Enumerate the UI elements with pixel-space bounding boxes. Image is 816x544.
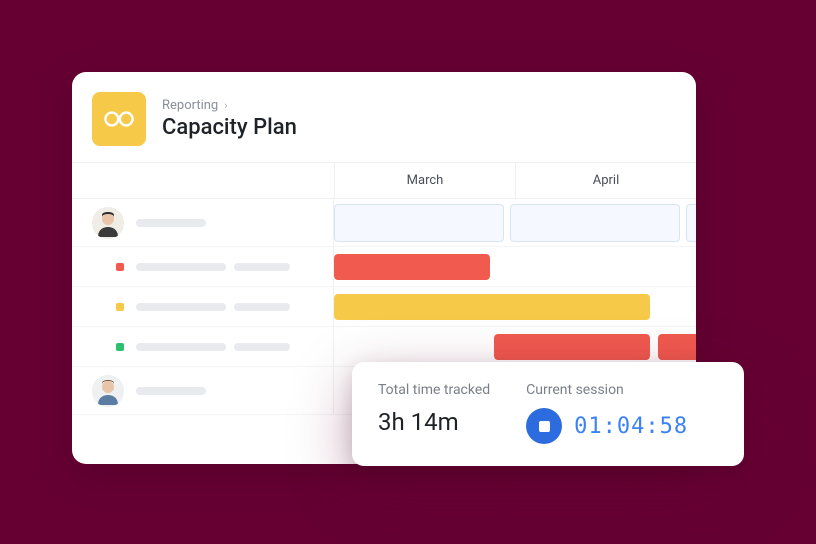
task-bar-red-2[interactable] xyxy=(494,334,650,360)
row-timeline xyxy=(334,327,696,366)
avatar-person-icon xyxy=(92,207,124,239)
avatar-person-icon xyxy=(92,375,124,407)
page-title: Capacity Plan xyxy=(162,115,297,140)
stop-icon xyxy=(539,421,550,432)
avatar[interactable] xyxy=(92,375,124,407)
breadcrumb-label: Reporting xyxy=(162,98,218,113)
row-timeline xyxy=(334,247,696,286)
name-placeholder xyxy=(136,387,206,395)
timeline-header: March April xyxy=(72,163,696,199)
capacity-block[interactable] xyxy=(510,204,680,242)
header-titles: Reporting › Capacity Plan xyxy=(162,98,297,140)
glasses-icon xyxy=(103,109,135,129)
capacity-block[interactable] xyxy=(334,204,504,242)
row-left xyxy=(72,367,334,414)
total-time-col: Total time tracked 3h 14m xyxy=(378,382,490,446)
breadcrumb[interactable]: Reporting › xyxy=(162,98,297,113)
task-placeholder xyxy=(136,343,290,351)
task-placeholder xyxy=(136,263,290,271)
month-march: March xyxy=(334,163,515,198)
chevron-right-icon: › xyxy=(224,99,227,112)
avatar[interactable] xyxy=(92,207,124,239)
task-dot-red xyxy=(116,263,124,271)
row-left xyxy=(72,287,334,326)
timer-card: Total time tracked 3h 14m Current sessio… xyxy=(352,362,744,466)
task-bar-red[interactable] xyxy=(334,254,490,280)
session-label: Current session xyxy=(526,382,688,398)
task-dot-yellow xyxy=(116,303,124,311)
row-left xyxy=(72,247,334,286)
session-row: 01:04:58 xyxy=(526,408,688,444)
month-april: April xyxy=(515,163,696,198)
timeline-left-spacer xyxy=(72,163,334,198)
task-row xyxy=(72,287,696,327)
row-timeline xyxy=(334,199,696,246)
task-bar-yellow[interactable] xyxy=(334,294,650,320)
task-row xyxy=(72,247,696,287)
row-left xyxy=(72,327,334,366)
total-time-label: Total time tracked xyxy=(378,382,490,398)
task-row xyxy=(72,327,696,367)
session-col: Current session 01:04:58 xyxy=(526,382,688,446)
capacity-block[interactable] xyxy=(686,204,696,242)
person-row xyxy=(72,199,696,247)
task-dot-green xyxy=(116,343,124,351)
name-placeholder xyxy=(136,219,206,227)
header: Reporting › Capacity Plan xyxy=(72,72,696,163)
session-time-value: 01:04:58 xyxy=(574,414,688,439)
task-placeholder xyxy=(136,303,290,311)
task-bar-red-3[interactable] xyxy=(658,334,696,360)
app-logo xyxy=(92,92,146,146)
total-time-value: 3h 14m xyxy=(378,408,490,436)
row-left xyxy=(72,199,334,246)
stop-button[interactable] xyxy=(526,408,562,444)
row-timeline xyxy=(334,287,696,326)
